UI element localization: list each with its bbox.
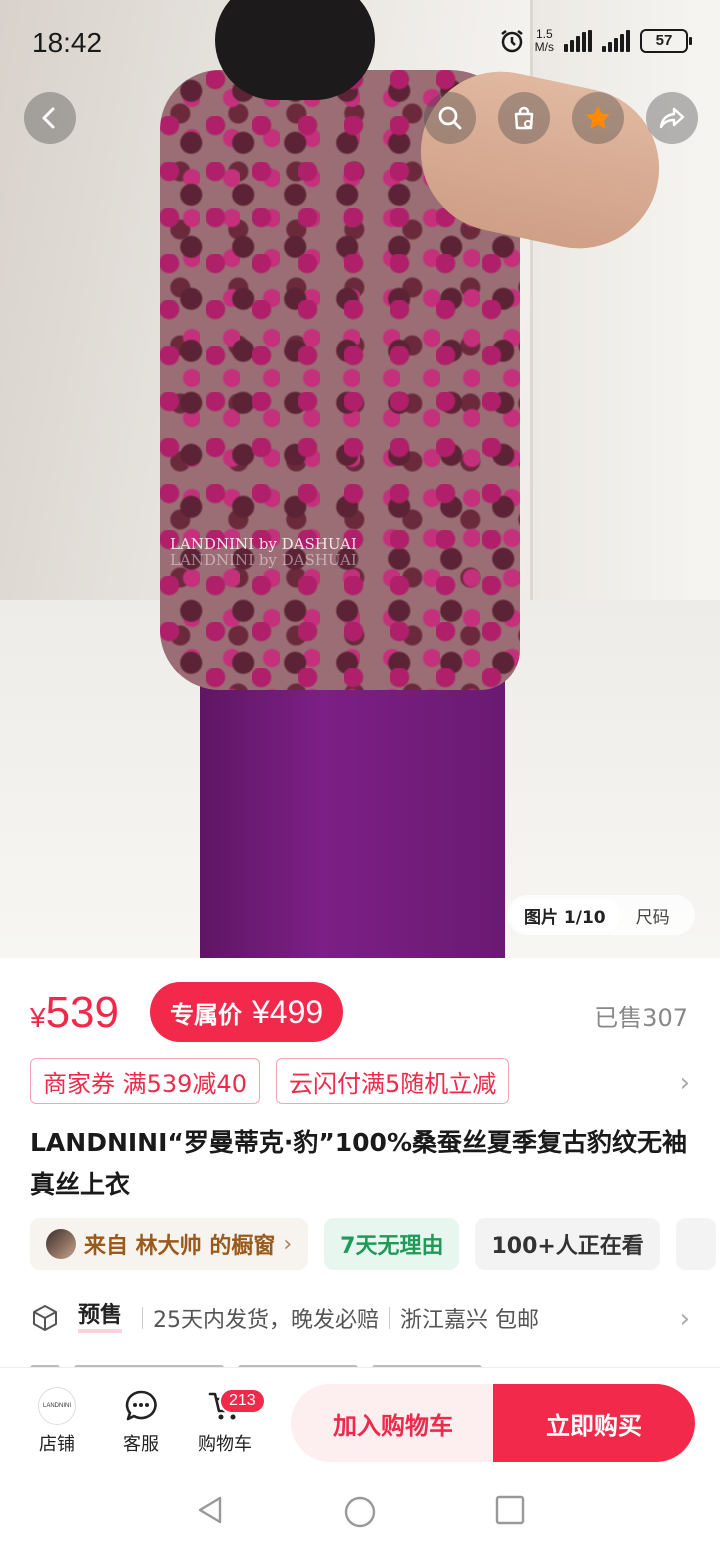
photo-pants (200, 650, 505, 958)
search-button[interactable] (424, 92, 476, 144)
customer-service-button[interactable]: 客服 (111, 1386, 171, 1456)
coupon-list: 商家券 满539减40 云闪付满5随机立减 (30, 1058, 510, 1106)
chevron-right-icon: › (679, 1304, 690, 1334)
status-time: 18:42 (32, 27, 103, 58)
coupon-tag[interactable]: 商家券 满539减40 (30, 1058, 260, 1104)
image-counter[interactable]: 图片 1/10 (510, 898, 620, 932)
viewing-count-tag: 100+人正在看 (475, 1218, 660, 1270)
nav-back-icon[interactable] (196, 1495, 224, 1529)
store-label: 店铺 (39, 1434, 75, 1455)
price-amount: 539 (45, 988, 119, 1037)
store-button[interactable]: LANDNINI 店铺 (27, 1386, 87, 1456)
battery-indicator: 57 (640, 29, 692, 53)
net-speed-unit: M/s (534, 40, 554, 54)
ship-origin: 浙江嘉兴 包邮 (400, 1308, 540, 1333)
size-tab[interactable]: 尺码 (636, 903, 670, 928)
store-window-label: 来自 林大帅 的橱窗 (84, 1234, 276, 1259)
cart-label: 购物车 (198, 1434, 252, 1455)
price-currency: ¥ (30, 1002, 46, 1033)
status-bar: 18:42 1.5 M/s 57 (0, 22, 720, 66)
signal-2-icon (602, 30, 630, 52)
gallery-pager: 图片 1/10 尺码 (507, 895, 695, 935)
service-label: 客服 (123, 1434, 159, 1455)
alarm-icon (500, 30, 523, 53)
product-image-gallery[interactable]: LANDNINI by DASHUAI LANDNINI by DASHUAI … (0, 0, 720, 958)
star-icon (586, 106, 610, 129)
cart-badge: 213 (219, 1388, 266, 1414)
buy-now-button[interactable]: 立即购买 (493, 1384, 695, 1462)
nav-home-icon[interactable] (343, 1495, 377, 1533)
price-row: ¥539 专属价 ¥499 已售307 (0, 978, 720, 1048)
share-icon (659, 107, 685, 129)
exclusive-price-value: ¥499 (252, 993, 324, 1030)
bag-icon (514, 106, 534, 130)
cart-button[interactable]: 购物车 213 (195, 1386, 266, 1456)
package-icon (33, 1305, 57, 1331)
presale-label: 预售 (78, 1303, 123, 1333)
watermark-line-shadow: LANDNINI by DASHUAI (170, 551, 357, 569)
share-button[interactable] (646, 92, 698, 144)
coupon-tag[interactable]: 云闪付满5随机立减 (275, 1058, 510, 1104)
status-icons: 1.5 M/s 57 (499, 28, 692, 54)
back-button[interactable] (24, 92, 76, 144)
net-speed: 1.5 M/s (535, 28, 554, 54)
delivery-time: 25天内发货，晚发必赔 (153, 1308, 380, 1333)
more-tag (675, 1218, 716, 1270)
store-logo: LANDNINI (38, 1387, 76, 1425)
nav-recent-icon[interactable] (495, 1495, 525, 1529)
watermark-line: LANDNINI by DASHUAI (170, 535, 357, 553)
add-to-cart-button[interactable]: 加入购物车 (291, 1384, 495, 1462)
price: ¥539 (30, 988, 119, 1038)
favorite-button[interactable] (572, 92, 624, 144)
shipping-row[interactable]: 预售 25天内发货，晚发必赔 浙江嘉兴 包邮 › (30, 1298, 690, 1338)
sold-count: 已售307 (594, 1004, 688, 1032)
image-watermark: LANDNINI by DASHUAI LANDNINI by DASHUAI (170, 536, 390, 568)
exclusive-price-label: 专属价 (170, 1000, 242, 1029)
divider (142, 1307, 144, 1329)
chevron-right-icon: › (283, 1231, 293, 1257)
return-policy-tag[interactable]: 7天无理由 (324, 1218, 460, 1270)
avatar (46, 1229, 76, 1259)
back-arrow-icon (42, 107, 55, 129)
exclusive-price-badge: 专属价 ¥499 (150, 982, 344, 1042)
signal-1-icon (564, 30, 592, 52)
chat-icon (125, 1390, 157, 1421)
bottom-action-bar: LANDNINI 店铺 客服 购物车 213 加入购物车 立即购买 (0, 1367, 720, 1467)
info-tags: 来自 林大帅 的橱窗 › 7天无理由 100+人正在看 (30, 1218, 720, 1272)
system-nav-bar (0, 1467, 720, 1549)
store-window-tag[interactable]: 来自 林大帅 的橱窗 › (30, 1218, 309, 1270)
divider (389, 1307, 391, 1329)
bag-button[interactable] (498, 92, 550, 144)
chevron-right-icon[interactable]: › (680, 1068, 690, 1098)
search-icon (438, 106, 462, 130)
product-title: LANDNINI“罗曼蒂克·豹”100%桑蚕丝夏季复古豹纹无袖真丝上衣 (30, 1128, 687, 1199)
